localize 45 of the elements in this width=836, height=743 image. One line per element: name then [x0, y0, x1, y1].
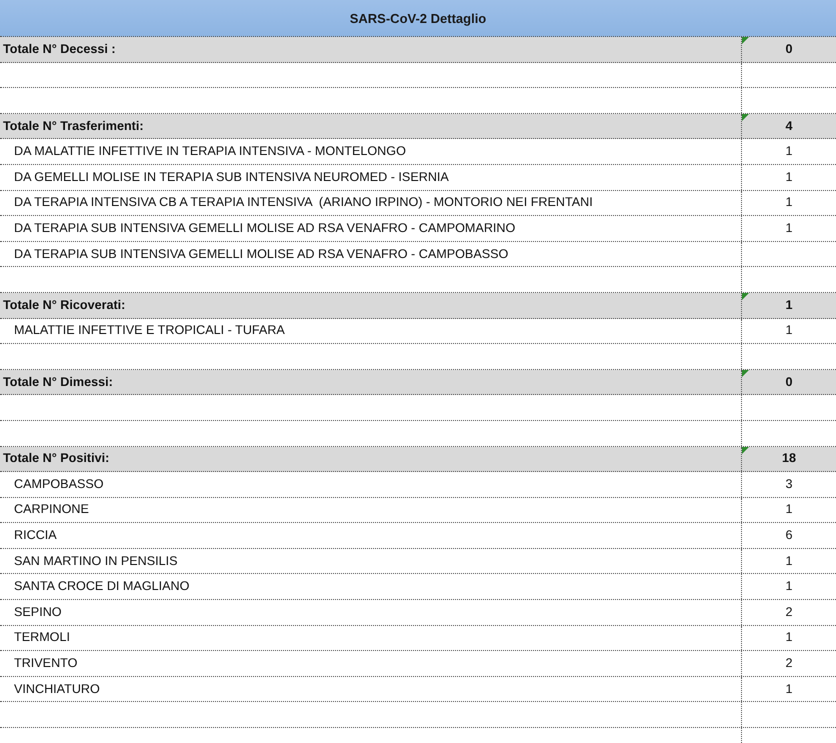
row-value: 1 [785, 554, 792, 569]
corner-marker-icon [742, 114, 749, 121]
corner-marker-icon [742, 446, 749, 454]
row-value: 2 [785, 604, 792, 620]
row-label: DA TERAPIA SUB INTENSIVA GEMELLI MOLISE AD RSA VENAFRO - CAMPOMARINO [14, 220, 516, 236]
total-value: 0 [785, 374, 792, 390]
row-value: 1 [785, 502, 792, 518]
sheet-title: SARS-CoV-2 Dettaglio [350, 10, 486, 26]
row-value: 1 [785, 630, 792, 646]
row-label: TERMOLI [14, 630, 70, 646]
row-label: CARPINONE [14, 502, 89, 518]
total-label: Totale N° Ricoverati: [3, 298, 126, 313]
total-label: Totale N° Dimessi: [3, 374, 113, 390]
row-label: RICCIA [14, 528, 57, 544]
row-label: MALATTIE INFETTIVE E TROPICALI - TUFARA [14, 323, 285, 338]
row-value: 1 [785, 682, 792, 697]
row-value: 1 [785, 170, 792, 185]
row-label: CAMPOBASSO [14, 476, 104, 492]
row-value: 1 [785, 195, 792, 210]
row-label: DA TERAPIA INTENSIVA CB A TERAPIA INTENSIVA (ARIANO IRPINO) - MONTORIO NEI FRENTANI [14, 195, 593, 210]
corner-marker-icon [742, 37, 749, 44]
row-label: DA TERAPIA SUB INTENSIVA GEMELLI MOLISE AD RSA VENAFRO - CAMPOBASSO [14, 246, 508, 262]
row-label: VINCHIATURO [14, 682, 100, 697]
row-value: 1 [785, 323, 792, 338]
total-value: 1 [785, 298, 792, 313]
row-value: 6 [785, 528, 792, 544]
row-label: TRIVENTO [14, 656, 78, 672]
row-value: 1 [785, 220, 792, 236]
row-label: DA GEMELLI MOLISE IN TERAPIA SUB INTENSIVA NEUROMED - ISERNIA [14, 170, 449, 185]
row-value: 1 [785, 579, 792, 594]
row-value: 1 [785, 144, 792, 160]
row-value: 3 [785, 476, 792, 492]
row-label: SEPINO [14, 604, 62, 620]
total-label: Totale N° Positivi: [3, 451, 110, 466]
corner-marker-icon [742, 370, 749, 377]
total-value: 4 [785, 118, 792, 134]
total-label: Totale N° Trasferimenti: [3, 118, 144, 134]
total-label: Totale N° Decessi : [3, 42, 116, 57]
row-label: SAN MARTINO IN PENSILIS [14, 554, 178, 569]
row-label: DA MALATTIE INFETTIVE IN TERAPIA INTENSIVA - MONTELONGO [14, 144, 406, 160]
row-value: 2 [785, 656, 792, 672]
corner-marker-icon [742, 292, 749, 300]
total-value: 18 [782, 451, 796, 466]
row-label: SANTA CROCE DI MAGLIANO [14, 579, 190, 594]
total-value: 0 [785, 42, 792, 57]
